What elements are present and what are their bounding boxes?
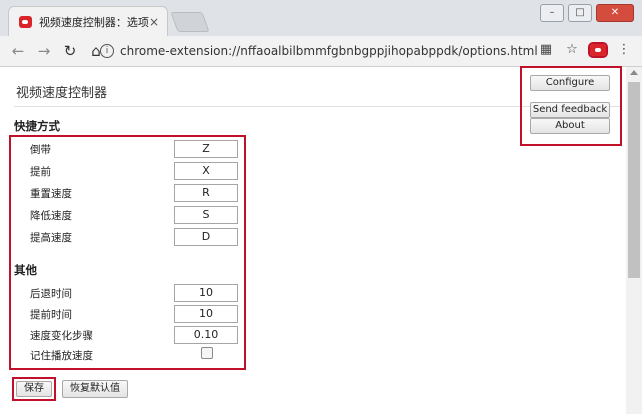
close-window-button[interactable]: ✕ [596,4,634,22]
about-button[interactable]: About [530,118,610,134]
shortcut-label-increase-speed: 提高速度 [30,232,72,244]
tab-close-icon[interactable]: × [149,15,159,29]
remember-speed-checkbox[interactable] [201,347,213,359]
remember-speed-label: 记住播放速度 [30,350,93,362]
other-label-rewind-time: 后退时间 [30,288,72,300]
tab-title: 视频速度控制器：选项 [38,15,149,29]
save-button[interactable]: 保存 [16,381,52,397]
shortcut-input-reset-speed[interactable]: R [174,184,238,202]
extension-icon[interactable] [588,41,608,58]
shortcut-input-decrease-speed[interactable]: S [174,206,238,224]
url-text: chrome-extension://nffaoalbilbmmfgbnbgpp… [120,44,538,58]
toolbar-icons: ▦ ☆ ⋮ [538,41,632,58]
window-controls: – □ ✕ [540,4,634,22]
other-label-advance-time: 提前时间 [30,309,72,321]
advance-time-input[interactable]: 10 [174,305,238,323]
shortcut-label-reset-speed: 重置速度 [30,188,72,200]
page-title: 视频速度控制器 [16,86,108,101]
maximize-button[interactable]: □ [568,4,592,22]
scroll-up-arrow-icon[interactable] [630,70,638,75]
translate-icon[interactable]: ▦ [538,42,554,57]
shortcut-label-decrease-speed: 降低速度 [30,210,72,222]
shortcut-input-increase-speed[interactable]: D [174,228,238,246]
new-tab-button[interactable] [170,12,210,32]
other-heading: 其他 [14,263,37,277]
speed-step-input[interactable]: 0.10 [174,326,238,344]
shortcuts-heading: 快捷方式 [14,119,60,133]
shortcut-label-rewind: 倒带 [30,144,51,156]
other-label-speed-step: 速度变化步骤 [30,330,93,342]
minimize-button[interactable]: – [540,4,564,22]
menu-icon[interactable]: ⋮ [616,42,632,57]
rewind-time-input[interactable]: 10 [174,284,238,302]
send-feedback-button[interactable]: Send feedback [530,102,610,118]
reload-icon[interactable]: ↻ [62,42,78,60]
browser-titlebar: 视频速度控制器：选项 × – □ ✕ [0,0,642,36]
forward-arrow-icon[interactable]: → [36,42,52,60]
shortcut-input-advance[interactable]: X [174,162,238,180]
bookmark-star-icon[interactable]: ☆ [564,42,580,57]
browser-toolbar: ← → ↻ ⌂ i chrome-extension://nffaoalbilb… [0,36,642,67]
address-bar[interactable]: i chrome-extension://nffaoalbilbmmfgbnbg… [100,40,540,62]
shortcut-label-advance: 提前 [30,166,51,178]
restore-defaults-button[interactable]: 恢复默认值 [62,380,128,398]
configure-button[interactable]: Configure [530,75,610,91]
browser-tab[interactable]: 视频速度控制器：选项 × [8,6,168,36]
shortcut-input-rewind[interactable]: Z [174,140,238,158]
extension-tab-icon [19,15,32,28]
info-icon[interactable]: i [100,44,114,58]
back-arrow-icon[interactable]: ← [10,42,26,60]
scrollbar-thumb[interactable] [628,82,640,278]
